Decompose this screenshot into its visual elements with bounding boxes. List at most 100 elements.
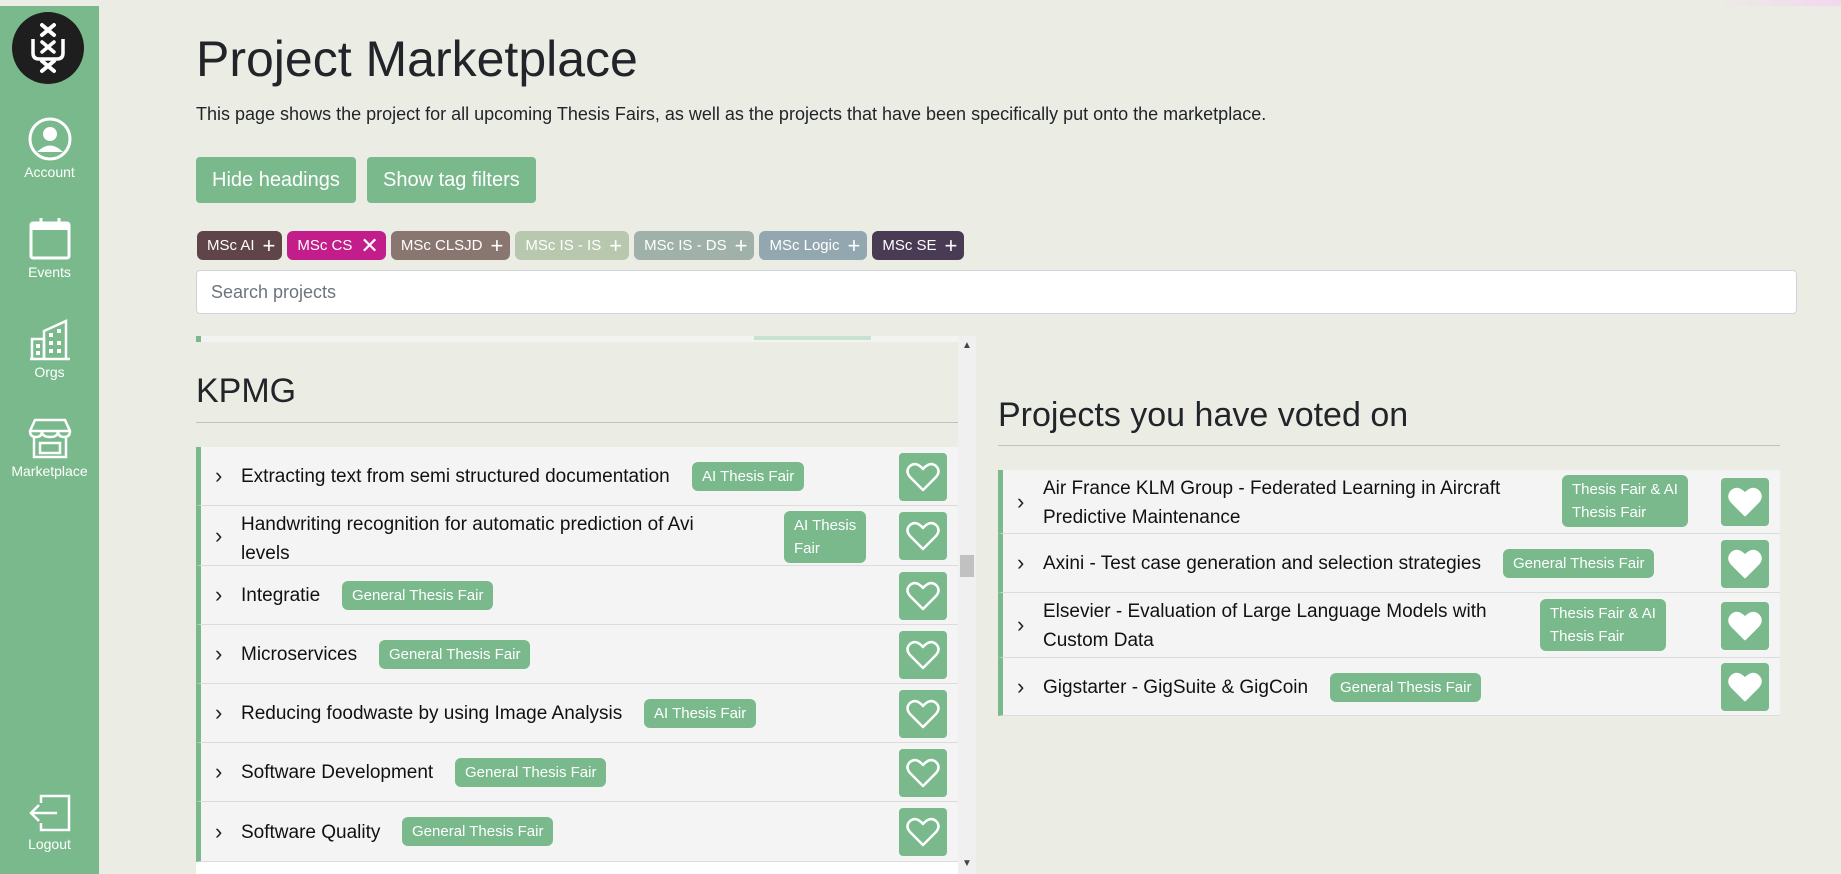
add-icon[interactable]: +	[491, 234, 504, 257]
logout-icon	[28, 794, 70, 832]
fair-badge: Thesis Fair & AI Thesis Fair	[1540, 599, 1666, 651]
window-corner-decoration	[1711, 0, 1841, 6]
vote-heart-button[interactable]	[899, 571, 947, 620]
company-project-list: › Extracting text from semi structured do…	[196, 447, 958, 874]
project-title[interactable]: Elsevier - Evaluation of Large Language …	[1043, 597, 1487, 655]
scrollbar-thumb[interactable]	[960, 555, 974, 577]
list-item[interactable]: › Air France KLM Group - Federated Learni…	[998, 470, 1780, 534]
project-title[interactable]: Software Development	[241, 758, 433, 787]
fair-badge: AI Thesis Fair	[784, 511, 867, 563]
list-item[interactable]: › Integratie General Thesis Fair	[196, 566, 958, 625]
vote-heart-filled-button[interactable]	[1721, 478, 1769, 526]
sidebar-item-label: Logout	[28, 836, 71, 852]
chevron-right-icon[interactable]: ›	[215, 761, 222, 783]
list-item[interactable]: › Handwriting recognition for automatic p…	[196, 506, 958, 566]
show-tag-filters-button[interactable]: Show tag filters	[367, 157, 536, 203]
divider	[998, 445, 1780, 446]
list-item[interactable]: › Axini - Test case generation and select…	[998, 534, 1780, 593]
add-icon[interactable]: +	[847, 234, 860, 257]
tag-filter-msc-is-ds[interactable]: MSc IS - DS +	[634, 231, 755, 260]
fair-badge-line: Thesis Fair & AI	[1550, 605, 1656, 622]
account-icon	[28, 117, 71, 161]
project-title[interactable]: Microservices	[241, 640, 357, 669]
university-crest-icon[interactable]	[12, 12, 84, 84]
tag-filter-msc-clsjd[interactable]: MSc CLSJD +	[390, 231, 511, 260]
tag-filter-msc-ai[interactable]: MSc AI +	[197, 231, 283, 260]
project-title[interactable]: Reducing foodwaste by using Image Analys…	[241, 699, 622, 728]
list-item[interactable]: › Software Development General Thesis Fair	[196, 743, 958, 802]
tag-label: MSc SE	[882, 237, 937, 254]
heart-icon	[906, 462, 940, 491]
tag-label: MSc AI	[207, 237, 255, 254]
project-title[interactable]: Integratie	[241, 581, 320, 610]
project-title[interactable]: Axini - Test case generation and selecti…	[1043, 549, 1481, 578]
list-item[interactable]: › Reducing foodwaste by using Image Analy…	[196, 684, 958, 743]
vote-heart-button[interactable]	[899, 748, 947, 797]
store-icon	[28, 418, 71, 459]
heart-icon	[1728, 611, 1762, 640]
logout-button[interactable]: Logout	[0, 793, 99, 852]
search-input[interactable]	[196, 270, 1797, 314]
list-item[interactable]: › Microservices General Thesis Fair	[196, 625, 958, 684]
sidebar-item-orgs[interactable]: Orgs	[0, 317, 99, 380]
add-icon[interactable]: +	[945, 234, 958, 257]
scroll-up-arrow-icon[interactable]: ▲	[962, 340, 972, 351]
list-item[interactable]: › Elsevier - Evaluation of Large Language…	[998, 593, 1780, 658]
project-title[interactable]: Gigstarter - GigSuite & GigCoin	[1043, 673, 1308, 702]
heart-icon	[1728, 672, 1762, 702]
chevron-right-icon[interactable]: ›	[1017, 490, 1024, 513]
add-icon[interactable]: +	[735, 234, 748, 257]
chevron-right-icon[interactable]: ›	[215, 820, 222, 843]
fair-badge-line: AI Thesis	[794, 517, 857, 534]
chevron-right-icon[interactable]: ›	[1017, 552, 1024, 574]
sidebar-item-account[interactable]: Account	[0, 117, 99, 180]
tag-filter-msc-cs[interactable]: MSc CS ✕	[287, 231, 386, 260]
project-title[interactable]: Handwriting recognition for automatic pr…	[241, 510, 694, 568]
scroll-down-arrow-icon[interactable]: ▼	[962, 858, 972, 869]
add-icon[interactable]: +	[263, 234, 276, 257]
vote-heart-filled-button[interactable]	[1721, 601, 1769, 650]
list-item[interactable]: › Gigstarter - GigSuite & GigCoin General …	[998, 658, 1780, 716]
fair-badge: General Thesis Fair	[379, 640, 531, 669]
chevron-right-icon[interactable]: ›	[1017, 675, 1024, 698]
vote-heart-button[interactable]	[899, 452, 947, 501]
tag-filter-bar: MSc AI + MSc CS ✕ MSc CLSJD + MSc IS - IS + MSc …	[197, 231, 965, 260]
vote-heart-filled-button[interactable]	[1721, 663, 1769, 711]
vote-heart-filled-button[interactable]	[1721, 539, 1769, 588]
divider	[196, 422, 958, 423]
project-title[interactable]: Extracting text from semi structured doc…	[241, 462, 670, 491]
tag-filter-msc-logic[interactable]: MSc Logic +	[759, 231, 868, 260]
vote-heart-button[interactable]	[899, 689, 947, 738]
company-heading: KPMG	[196, 372, 297, 410]
tag-label: MSc Logic	[769, 237, 840, 254]
project-title[interactable]: Software Quality	[241, 818, 380, 847]
chevron-right-icon[interactable]: ›	[215, 643, 222, 665]
fair-badge: General Thesis Fair	[455, 758, 607, 787]
project-title[interactable]: Air France KLM Group - Federated Learnin…	[1043, 474, 1500, 532]
tag-label: MSc IS - IS	[525, 237, 602, 254]
company-projects-panel[interactable]: KPMG › Extracting text from semi structur…	[196, 336, 958, 874]
remove-icon[interactable]: ✕	[360, 234, 378, 257]
chevron-right-icon[interactable]: ›	[1017, 614, 1024, 636]
chevron-right-icon[interactable]: ›	[215, 584, 222, 606]
vote-heart-button[interactable]	[899, 808, 947, 856]
list-item[interactable]: › Software Quality General Thesis Fair	[196, 802, 958, 862]
sidebar-item-marketplace[interactable]: Marketplace	[0, 416, 99, 479]
tag-filter-msc-se[interactable]: MSc SE +	[872, 231, 965, 260]
list-item[interactable]: › Extracting text from semi structured do…	[196, 447, 958, 506]
sidebar-item-events[interactable]: Events	[0, 217, 99, 280]
hide-headings-button[interactable]: Hide headings	[196, 157, 356, 203]
add-icon[interactable]: +	[609, 234, 622, 257]
sidebar-item-label: Events	[28, 264, 71, 280]
chevron-right-icon[interactable]: ›	[215, 524, 222, 547]
vote-heart-button[interactable]	[899, 512, 947, 560]
heart-icon	[906, 581, 940, 610]
voted-project-list: › Air France KLM Group - Federated Learni…	[998, 470, 1780, 716]
page-title: Project Marketplace	[196, 31, 638, 87]
chevron-right-icon[interactable]: ›	[215, 702, 222, 724]
chevron-right-icon[interactable]: ›	[215, 465, 222, 487]
vote-heart-button[interactable]	[899, 630, 947, 679]
sidebar: Account Events Orgs Marketplace Logout	[0, 6, 99, 874]
tag-filter-msc-is-is[interactable]: MSc IS - IS +	[515, 231, 630, 260]
scrollbar[interactable]: ▲ ▼	[958, 336, 976, 874]
